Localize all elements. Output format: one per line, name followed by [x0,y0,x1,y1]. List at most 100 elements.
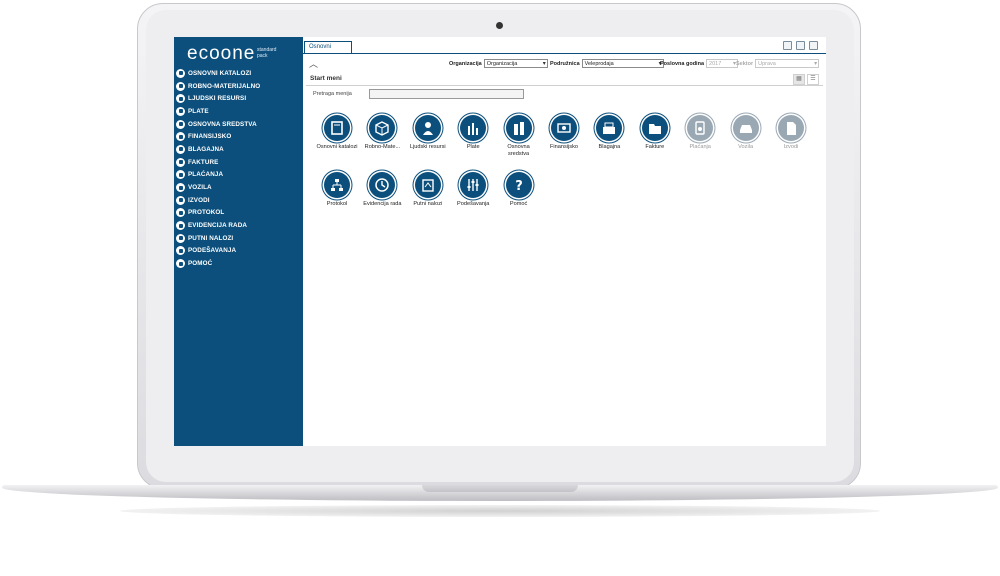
module-tile[interactable]: Putni nalozi [406,172,450,208]
module-tile[interactable]: Protokol [315,172,359,208]
sidebar-item-label: PLAĆANJA [188,171,224,179]
app-logo-subtitle: standard pack [257,47,277,59]
sidebar-item-9[interactable]: VOZILA [176,181,260,194]
sidebar-item-0[interactable]: OSNOVNI KATALOZI [176,67,260,80]
laptop-shadow [120,505,880,517]
catalog-icon [176,68,185,78]
godina-field: Poslovna godina 2017 [660,59,739,69]
organizacija-select[interactable]: Organizacija [483,59,548,69]
collapse-chevron-icon[interactable]: ︿ [309,57,318,70]
maximize-icon[interactable] [796,41,805,50]
app-logo: ecoone [187,43,256,64]
organizacija-label: Organizacija [449,60,482,67]
travel-icon [176,233,185,243]
sidebar-item-label: FAKTURE [188,158,219,166]
screen: ecoone standard pack OSNOVNI KATALOZI ROB… [174,37,826,446]
camera-icon [496,22,503,29]
assets-icon [176,119,185,129]
sektor-label: Sektor [736,60,754,67]
module-tile[interactable]: Osnovni katalozi [315,115,359,151]
sidebar-menu: OSNOVNI KATALOZI ROBNO-MATERIJALNO LJUDSKI… [176,67,260,270]
main-area: Osnovni ︿ Organizacija Organizacija Podr… [303,37,826,446]
sidebar-item-label: ROBNO-MATERIJALNO [188,82,261,90]
catalog-icon [324,115,350,141]
payment-icon [176,170,185,180]
sidebar-item-12[interactable]: EVIDENCIJA RADA [176,219,260,232]
help-icon: ? [505,172,532,198]
tab-osnovni[interactable]: Osnovni [304,41,352,53]
podruznica-label: Podružnica [550,60,580,67]
module-tile-label: Plaćanja [689,144,711,150]
money-icon [551,115,577,141]
sidebar-item-label: IZVODI [188,196,210,204]
module-tile-label: Izvodi [783,144,799,150]
godina-label: Poslovna godina [660,60,705,67]
sidebar-item-13[interactable]: PUTNI NALOZI [176,232,260,245]
sektor-select[interactable]: Uprava [755,59,820,69]
module-tile[interactable]: Plate [451,115,495,151]
flow-icon [176,208,185,218]
user-icon[interactable] [809,41,818,50]
sidebar-item-11[interactable]: PROTOKOL [176,207,260,220]
sidebar-item-label: OSNOVNA SREDSTVA [188,120,257,128]
sidebar-item-8[interactable]: PLAĆANJA [176,169,260,182]
sidebar-item-14[interactable]: PODEŠAVANJA [176,245,260,258]
module-tile-label: Podešavanja [457,201,490,207]
sidebar-item-15[interactable]: POMOĆ [176,257,260,270]
laptop-notch [422,485,578,492]
module-tile[interactable]: Finansijsko [542,115,586,151]
sidebar-item-6[interactable]: BLAGAJNA [176,143,260,156]
sidebar-item-4[interactable]: OSNOVNA SREDSTVA [176,118,260,131]
view-toggle: ▦ ☰ [793,74,819,85]
sidebar-item-10[interactable]: IZVODI [176,194,260,207]
sidebar: ecoone standard pack OSNOVNI KATALOZI ROB… [174,37,303,446]
minimize-icon[interactable] [783,41,792,50]
sektor-field: Sektor Uprava [736,59,820,69]
podruznica-select[interactable]: Veleprodaja [581,59,664,69]
module-tile-label: Fakture [645,144,665,150]
module-tile[interactable]: Podešavanja [451,172,495,208]
search-input[interactable] [369,89,524,99]
person-icon [414,115,441,141]
module-tile: Plaćanja [678,115,722,151]
clock-icon [176,221,185,231]
module-tile[interactable]: Ljudski resursi [406,115,450,151]
document-icon [778,115,804,141]
module-tile[interactable]: Evidencija rada [360,172,404,208]
module-tile[interactable]: Robno-Mate... [360,115,404,151]
box-icon [369,115,396,141]
module-tile-label: Osnovni katalozi [316,144,358,150]
search-row: Pretraga menija [303,89,826,101]
list-view-icon[interactable]: ☰ [807,74,819,85]
flow-icon [324,172,350,198]
bars-icon [460,115,487,141]
module-tile[interactable]: Fakture [633,115,677,151]
money-icon [176,132,185,142]
car-icon [732,115,759,141]
bars-icon [176,106,185,116]
module-tile-label: Protokol [326,201,348,207]
module-tile[interactable]: Osnovna sredstva [497,115,541,158]
sliders-icon [460,172,487,198]
module-tile-label: Plate [466,144,480,150]
sidebar-item-label: PROTOKOL [188,209,225,217]
godina-select[interactable]: 2017 [706,59,739,69]
help-icon [176,259,185,269]
register-icon [176,144,185,154]
sidebar-item-3[interactable]: PLATE [176,105,260,118]
module-tile[interactable]: ? Pomoć [497,172,541,208]
sidebar-item-5[interactable]: FINANSIJSKO [176,130,260,143]
module-tile[interactable]: Blagajna [587,115,631,151]
document-icon [176,195,185,205]
sidebar-item-1[interactable]: ROBNO-MATERIJALNO [176,80,260,93]
payment-icon [687,115,714,141]
sidebar-item-2[interactable]: LJUDSKI RESURSI [176,92,260,105]
folder-icon [641,115,668,141]
clock-icon [369,172,396,198]
sidebar-item-7[interactable]: FAKTURE [176,156,260,169]
sidebar-item-label: PODEŠAVANJA [188,247,237,255]
grid-view-icon[interactable]: ▦ [793,74,805,85]
sliders-icon [176,246,185,256]
person-icon [176,94,185,104]
start-menu-header: Start meni ▦ ☰ [306,74,823,86]
